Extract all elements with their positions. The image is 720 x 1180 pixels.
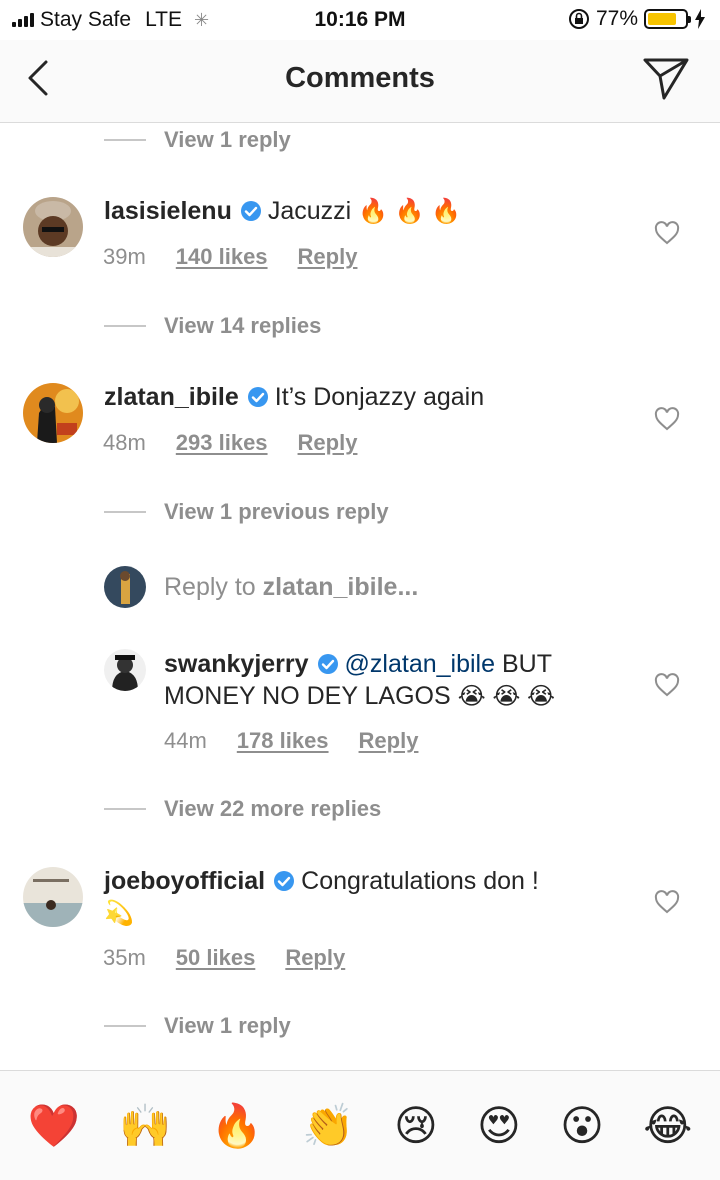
my-avatar <box>104 566 146 608</box>
emoji-raised-hands-button[interactable]: 🙌 <box>119 1104 171 1147</box>
likes-link[interactable]: 178 likes <box>237 728 329 754</box>
emoji-heart-button[interactable]: ❤️ <box>28 1104 80 1147</box>
emoji-fire-button[interactable]: 🔥 <box>211 1104 263 1147</box>
like-heart-icon[interactable] <box>654 890 680 914</box>
avatar[interactable] <box>104 649 146 691</box>
battery-percent: 77% <box>595 7 638 30</box>
like-heart-icon[interactable] <box>654 673 680 697</box>
view-previous-label: View 1 previous reply <box>164 499 389 524</box>
comment-time: 35m <box>103 945 146 970</box>
comment-text: lasisielenu Jacuzzi 🔥 🔥 🔥 <box>104 195 644 228</box>
verified-badge-icon <box>317 654 338 674</box>
reply-button[interactable]: Reply <box>298 430 358 456</box>
rotation-lock-icon <box>568 9 589 29</box>
divider-line <box>104 325 146 327</box>
divider-line <box>104 511 146 513</box>
emoji-surprised-button[interactable]: 😮 <box>560 1104 604 1147</box>
likes-link[interactable]: 293 likes <box>176 430 268 456</box>
verified-badge-icon <box>274 871 295 891</box>
quick-emoji-bar: ❤️ 🙌 🔥 👏 😢 😍 😮 😂 <box>0 1070 720 1180</box>
comments-header: Comments <box>0 40 720 123</box>
comment-emoji: 🔥 🔥 🔥 <box>358 198 462 225</box>
reply-button[interactable]: Reply <box>285 945 345 971</box>
emoji-laughing-button[interactable]: 😂 <box>643 1104 692 1147</box>
emoji-crying-button[interactable]: 😢 <box>394 1104 438 1147</box>
view-replies-button[interactable]: View 14 replies <box>104 311 321 341</box>
reply-to-field[interactable]: Reply to zlatan_ibile... <box>104 566 418 608</box>
comment-text: joeboyofficial Congratulations don ! 💫 <box>104 865 644 930</box>
reply-button[interactable]: Reply <box>359 728 419 754</box>
likes-link[interactable]: 140 likes <box>176 244 268 270</box>
comment-time: 39m <box>103 244 146 269</box>
view-previous-replies-button[interactable]: View 1 previous reply <box>104 497 389 527</box>
comment-meta: 39m 140 likes Reply <box>103 244 357 270</box>
view-replies-label: View 14 replies <box>164 313 322 338</box>
reply-button[interactable]: Reply <box>298 244 358 270</box>
comment-meta: 44m 178 likes Reply <box>164 728 418 754</box>
comment-body: BUT <box>495 650 552 678</box>
comment-username[interactable]: swankyjerry <box>164 650 309 678</box>
comment-emoji: 😭 😭 😭 <box>457 683 556 710</box>
comment-meta: 48m 293 likes Reply <box>103 430 357 456</box>
view-replies-label: View 1 reply <box>164 1013 291 1038</box>
charging-bolt-icon <box>695 9 705 29</box>
page-title: Comments <box>285 62 435 94</box>
reply-to-username: zlatan_ibile... <box>262 572 419 601</box>
reply-to-prefix: Reply to <box>164 572 256 601</box>
view-replies-button[interactable]: View 1 reply <box>104 1011 291 1041</box>
comment-time: 44m <box>164 728 207 753</box>
view-replies-label: View 1 reply <box>164 127 291 152</box>
battery-level <box>648 13 676 25</box>
view-more-replies-button[interactable]: View 22 more replies <box>104 794 381 824</box>
comment-text: swankyjerry @zlatan_ibile BUT MONEY NO DE… <box>164 648 644 713</box>
status-bar: Stay Safe LTE ✳ 10:16 PM 77% <box>0 0 720 40</box>
likes-link[interactable]: 50 likes <box>176 945 256 971</box>
divider-line <box>104 1025 146 1027</box>
user-mention-link[interactable]: @zlatan_ibile <box>345 650 495 678</box>
direct-message-icon[interactable] <box>642 56 690 102</box>
comment-body: Congratulations don ! <box>301 867 539 895</box>
status-right: 77% <box>568 7 706 31</box>
comment-meta: 35m 50 likes Reply <box>103 945 345 971</box>
verified-badge-icon <box>247 387 268 407</box>
comment-body: It’s Donjazzy again <box>274 383 485 411</box>
view-more-label: View 22 more replies <box>164 796 382 821</box>
battery-icon <box>644 9 691 29</box>
comment-emoji: 💫 <box>104 900 134 927</box>
view-replies-button[interactable]: View 1 reply <box>104 125 291 155</box>
avatar[interactable] <box>23 383 83 443</box>
divider-line <box>104 808 146 810</box>
verified-badge-icon <box>240 201 261 221</box>
like-heart-icon[interactable] <box>654 407 680 431</box>
comment-time: 48m <box>103 430 146 455</box>
divider-line <box>104 139 146 141</box>
emoji-clap-button[interactable]: 👏 <box>302 1104 354 1147</box>
comment-username[interactable]: zlatan_ibile <box>104 383 239 411</box>
avatar[interactable] <box>23 867 83 927</box>
comment-username[interactable]: joeboyofficial <box>104 867 265 895</box>
avatar[interactable] <box>23 197 83 257</box>
comment-body-continued: MONEY NO DEY LAGOS <box>164 682 451 710</box>
like-heart-icon[interactable] <box>654 221 680 245</box>
comment-text: zlatan_ibile It’s Donjazzy again <box>104 381 644 413</box>
comment-body: Jacuzzi <box>267 197 352 225</box>
reply-to-placeholder: Reply to zlatan_ibile... <box>164 573 418 602</box>
emoji-heart-eyes-button[interactable]: 😍 <box>477 1104 521 1147</box>
comment-username[interactable]: lasisielenu <box>104 197 232 225</box>
